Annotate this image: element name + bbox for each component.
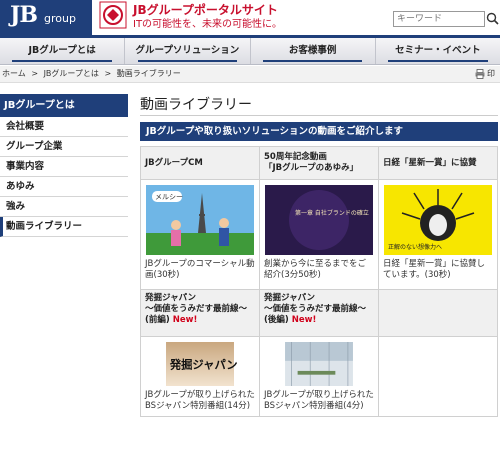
global-nav: JBグループとは グループソリューション お客様事例 セミナー・イベント	[0, 35, 500, 65]
breadcrumb-separator: >	[104, 69, 112, 78]
portal-subtitle: ITの可能性を、未来の可能性に。	[133, 19, 283, 30]
video-body-row: メルシー JBグループのコマーシャル動画(30秒) 第一章 自社ブランドの確立 …	[141, 180, 498, 290]
video-title-50th-line1: 50周年記念動画	[264, 152, 327, 162]
video-body-row: 発掘ジャパン JBグループが取り上げられたBSジャパン特別番組(14分) JBグ…	[141, 337, 498, 417]
sidebar-item-business[interactable]: 事業内容	[0, 157, 128, 177]
sidebar-item-strengths[interactable]: 強み	[0, 197, 128, 217]
nav-item-seminars[interactable]: セミナー・イベント	[376, 38, 500, 64]
breadcrumb-about[interactable]: JBグループとは	[44, 69, 99, 78]
sidebar: JBグループとは 会社概要 グループ企業 事業内容 あゆみ 強み 動画ライブラリ…	[0, 94, 128, 237]
logo-main-text: JB	[10, 2, 38, 28]
thumb-text-cm: メルシー	[155, 193, 183, 201]
search-input[interactable]	[393, 11, 485, 27]
video-title-50th: 50周年記念動画 「JBグループのあゆみ」	[260, 147, 379, 180]
new-badge: New!	[172, 315, 198, 325]
sidebar-item-history[interactable]: あゆみ	[0, 177, 128, 197]
printer-icon	[475, 69, 485, 79]
thumb-text-50th: 第一章 自社ブランドの確立	[295, 209, 369, 217]
breadcrumb-separator: >	[31, 69, 39, 78]
video-title-50th-line2: 「JBグループのあゆみ」	[264, 163, 359, 173]
page-title: 動画ライブラリー	[140, 94, 498, 116]
video-thumbnail-hakkutsu-2[interactable]	[265, 342, 373, 386]
video-grid: JBグループCM 50周年記念動画 「JBグループのあゆみ」 日経「星新一賞」に…	[140, 146, 498, 417]
video-caption-hakkutsu-1: JBグループが取り上げられたBSジャパン特別番組(14分)	[145, 390, 255, 411]
video-card-50th[interactable]: 第一章 自社ブランドの確立 創業から今に至るまでをご紹介(3分50秒)	[260, 180, 379, 290]
video-card-hakkutsu-1[interactable]: 発掘ジャパン JBグループが取り上げられたBSジャパン特別番組(14分)	[141, 337, 260, 417]
search-icon[interactable]	[486, 12, 499, 25]
video-caption-50th: 創業から今に至るまでをご紹介(3分50秒)	[264, 259, 367, 280]
video-title-line: (前編) New!	[145, 315, 255, 326]
site-header: JB group JBグループポータルサイト ITの可能性を、未来の可能性に。	[0, 0, 500, 35]
video-title-hakkutsu-2: 発掘ジャパン 〜価値をうみだす最前線〜 (後編) New!	[260, 290, 379, 337]
video-card-cm[interactable]: メルシー JBグループのコマーシャル動画(30秒)	[141, 180, 260, 290]
sidebar-heading[interactable]: JBグループとは	[0, 94, 128, 117]
video-caption-hakkutsu-2: JBグループが取り上げられたBSジャパン特別番組(4分)	[264, 390, 374, 411]
video-title-cm: JBグループCM	[141, 147, 260, 180]
jb-group-logo[interactable]: JB group	[0, 0, 92, 35]
nav-item-solutions[interactable]: グループソリューション	[125, 38, 251, 64]
logo-sub-text: group	[44, 12, 76, 25]
nav-item-about[interactable]: JBグループとは	[0, 38, 126, 64]
breadcrumb-home[interactable]: ホーム	[2, 69, 26, 78]
video-header-row: 発掘ジャパン 〜価値をうみだす最前線〜 (前編) New! 発掘ジャパン 〜価値を…	[141, 290, 498, 337]
video-title-part: (後編)	[264, 315, 289, 325]
video-title-line: 〜価値をうみだす最前線〜	[145, 304, 248, 314]
print-label: 印	[487, 69, 495, 78]
video-title-hakkutsu-1: 発掘ジャパン 〜価値をうみだす最前線〜 (前編) New!	[141, 290, 260, 337]
video-title-line: 〜価値をうみだす最前線〜	[264, 304, 367, 314]
video-title-line: 発掘ジャパン	[145, 293, 197, 303]
video-title-line: (後編) New!	[264, 315, 374, 326]
breadcrumb: ホーム > JBグループとは > 動画ライブラリー 印	[0, 66, 500, 83]
section-heading: JBグループや取り扱いソリューションの動画をご紹介します	[140, 122, 498, 141]
video-thumbnail-cm[interactable]: メルシー	[146, 185, 254, 255]
print-button[interactable]: 印	[475, 66, 498, 82]
video-card-hakkutsu-2[interactable]: JBグループが取り上げられたBSジャパン特別番組(4分)	[260, 337, 379, 417]
portal-brand-icon	[99, 1, 127, 29]
video-thumbnail-hoshi[interactable]: 正解のない想像力へ	[384, 185, 492, 255]
breadcrumb-current: 動画ライブラリー	[116, 69, 181, 78]
main-content: 動画ライブラリー JBグループや取り扱いソリューションの動画をご紹介します JB…	[140, 94, 498, 417]
empty-cell	[379, 290, 498, 337]
new-badge: New!	[291, 315, 317, 325]
video-caption-hoshi: 日経「星新一賞」に協賛しています。(30秒)	[383, 259, 486, 280]
sidebar-item-company-profile[interactable]: 会社概要	[0, 117, 128, 137]
sidebar-item-group-companies[interactable]: グループ企業	[0, 137, 128, 157]
video-header-row: JBグループCM 50周年記念動画 「JBグループのあゆみ」 日経「星新一賞」に…	[141, 147, 498, 180]
video-title-part: (前編)	[145, 315, 170, 325]
empty-cell	[379, 337, 498, 417]
thumb-text-hakkutsu: 発掘ジャパン	[169, 357, 238, 371]
video-title-line: 発掘ジャパン	[264, 293, 316, 303]
video-card-hoshi[interactable]: 正解のない想像力へ 日経「星新一賞」に協賛しています。(30秒)	[379, 180, 498, 290]
sidebar-item-video-library[interactable]: 動画ライブラリー	[0, 217, 128, 237]
video-caption-cm: JBグループのコマーシャル動画(30秒)	[145, 259, 255, 280]
nav-item-cases[interactable]: お客様事例	[251, 38, 376, 64]
video-title-hoshi: 日経「星新一賞」に協賛	[379, 147, 498, 180]
thumb-text-hoshi: 正解のない想像力へ	[388, 243, 442, 251]
video-thumbnail-hakkutsu-1[interactable]: 発掘ジャパン	[146, 342, 254, 386]
video-thumbnail-50th[interactable]: 第一章 自社ブランドの確立	[265, 185, 373, 255]
